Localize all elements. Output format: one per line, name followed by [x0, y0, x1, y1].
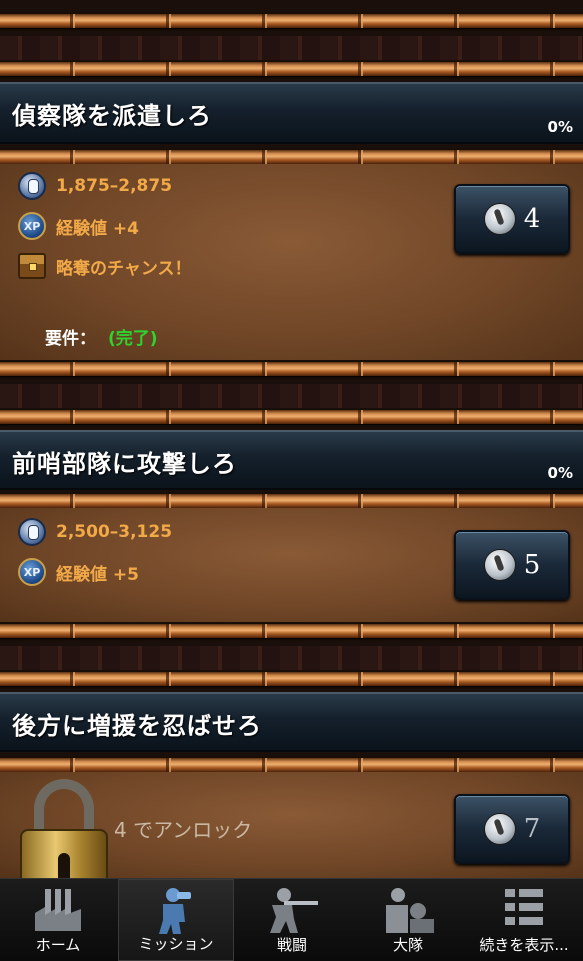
copper-pipe: [0, 672, 583, 686]
treasure-chest-icon: [18, 253, 46, 279]
energy-icon: [483, 549, 516, 581]
mission-progress: 0%: [547, 118, 573, 136]
copper-pipe: [0, 624, 583, 638]
tab-battle[interactable]: 戦闘: [234, 879, 350, 961]
reward-text: 経験値 +5: [56, 564, 139, 585]
copper-pipe: [0, 410, 583, 424]
tab-battalion[interactable]: 大隊: [350, 879, 466, 961]
soldier-rifle-icon: [270, 888, 318, 933]
silver-coin-icon: [18, 518, 46, 546]
mission-header: 偵察隊を派遣しろ 0%: [0, 82, 583, 144]
mission-title: 前哨部隊に攻撃しろ: [12, 450, 237, 478]
requirement: 要件： (完了): [45, 324, 158, 349]
reward-silver: 2,500–3,125: [18, 518, 172, 546]
mission-progress: 0%: [547, 464, 573, 482]
mission-card: 2,500–3,125 XP 経験値 +5 5: [0, 508, 583, 622]
mission-header: 前哨部隊に攻撃しろ 0%: [0, 430, 583, 490]
energy-icon: [483, 203, 516, 235]
copper-pipe: [0, 14, 583, 28]
tab-more[interactable]: 続きを表示...: [466, 879, 582, 961]
mission-title: 偵察隊を派遣しろ: [12, 102, 212, 130]
reward-text: 略奪のチャンス！: [56, 258, 192, 279]
tab-home[interactable]: ホーム: [0, 879, 116, 961]
energy-cost: 4: [523, 204, 541, 234]
gear-band: [0, 384, 583, 408]
mission-header: 後方に増援を忍ばせろ: [0, 692, 583, 752]
bottom-nav: ホーム ミッション 戦闘 大隊 続きを表示...: [0, 878, 583, 961]
energy-cost: 7: [523, 814, 541, 844]
copper-pipe: [0, 758, 583, 772]
unlock-text: 4 でアンロック: [114, 818, 253, 842]
reward-silver: 1,875–2,875: [18, 172, 172, 200]
requirement-status: (完了): [108, 329, 158, 349]
reward-text: 経験値 +4: [56, 218, 139, 239]
soldier-binoculars-icon: [159, 888, 191, 934]
factory-icon: [35, 889, 81, 931]
do-mission-button[interactable]: 5: [454, 530, 570, 600]
mission-title: 後方に増援を忍ばせろ: [12, 712, 262, 740]
reward-xp: XP 経験値 +5: [18, 558, 139, 586]
copper-pipe: [0, 150, 583, 164]
do-mission-button[interactable]: 7: [454, 794, 570, 864]
energy-icon: [483, 813, 516, 845]
soldiers-group-icon: [386, 888, 434, 933]
reward-loot: 略奪のチャンス！: [18, 253, 192, 279]
tab-label: 大隊: [392, 936, 423, 954]
tab-label: ミッション: [138, 935, 214, 953]
gear-band: [0, 36, 583, 60]
mission-card: 1,875–2,875 XP 経験値 +4 略奪のチャンス！ 要件： (完了) 4: [0, 164, 583, 360]
tab-label: ホーム: [35, 936, 81, 954]
requirement-label: 要件：: [45, 329, 96, 349]
energy-cost: 5: [523, 550, 541, 580]
silver-coin-icon: [18, 172, 46, 200]
reward-text: 1,875–2,875: [56, 176, 173, 196]
xp-icon: XP: [18, 212, 46, 240]
tab-missions[interactable]: ミッション: [118, 879, 234, 961]
tab-label: 戦闘: [276, 936, 307, 954]
tab-label: 続きを表示...: [479, 936, 569, 954]
reward-text: 2,500–3,125: [56, 522, 173, 542]
copper-pipe: [0, 494, 583, 508]
list-icon: [505, 889, 543, 925]
do-mission-button[interactable]: 4: [454, 184, 570, 254]
copper-pipe: [0, 362, 583, 376]
gear-band: [0, 646, 583, 670]
xp-icon: XP: [18, 558, 46, 586]
reward-xp: XP 経験値 +4: [18, 212, 139, 240]
copper-pipe: [0, 62, 583, 76]
